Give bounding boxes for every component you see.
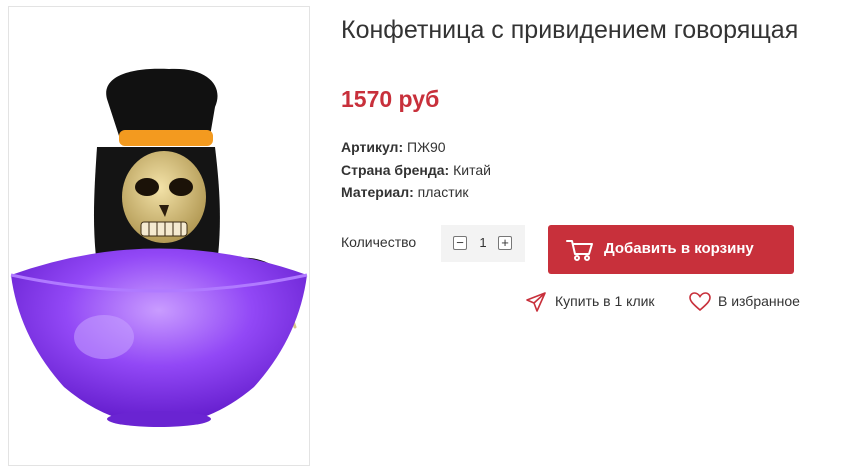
property-row: Артикул: ПЖ90 bbox=[341, 136, 491, 159]
send-icon bbox=[526, 292, 546, 315]
property-row: Материал: пластик bbox=[341, 181, 491, 204]
add-to-cart-button[interactable]: Добавить в корзину bbox=[548, 225, 794, 274]
property-row: Страна бренда: Китай bbox=[341, 159, 491, 182]
property-value: пластик bbox=[417, 184, 469, 200]
page-title: Конфетница с привидением говорящая bbox=[341, 16, 799, 44]
product-price: 1570 руб bbox=[341, 86, 440, 112]
property-key: Артикул: bbox=[341, 139, 404, 155]
add-to-cart-label: Добавить в корзину bbox=[604, 240, 754, 257]
skeleton-candy-bowl-image bbox=[10, 68, 308, 427]
property-value: ПЖ90 bbox=[407, 139, 446, 155]
quantity-minus-button[interactable]: − bbox=[453, 236, 467, 250]
favorites-label: В избранное bbox=[718, 293, 800, 309]
buy-one-click-label: Купить в 1 клик bbox=[555, 293, 655, 309]
cart-icon bbox=[566, 238, 594, 267]
property-key: Страна бренда: bbox=[341, 161, 450, 178]
quantity-plus-button[interactable]: + bbox=[498, 236, 512, 250]
product-image[interactable] bbox=[8, 6, 310, 466]
quantity-label: Количество bbox=[341, 234, 417, 250]
heart-icon bbox=[689, 292, 711, 315]
quantity-stepper: − 1 + bbox=[441, 225, 525, 262]
property-key: Материал: bbox=[341, 184, 414, 200]
product-properties: Артикул: ПЖ90 Страна бренда: Китай Матер… bbox=[341, 136, 491, 204]
quantity-input[interactable]: 1 bbox=[473, 235, 493, 250]
property-value: Китай bbox=[453, 161, 491, 178]
